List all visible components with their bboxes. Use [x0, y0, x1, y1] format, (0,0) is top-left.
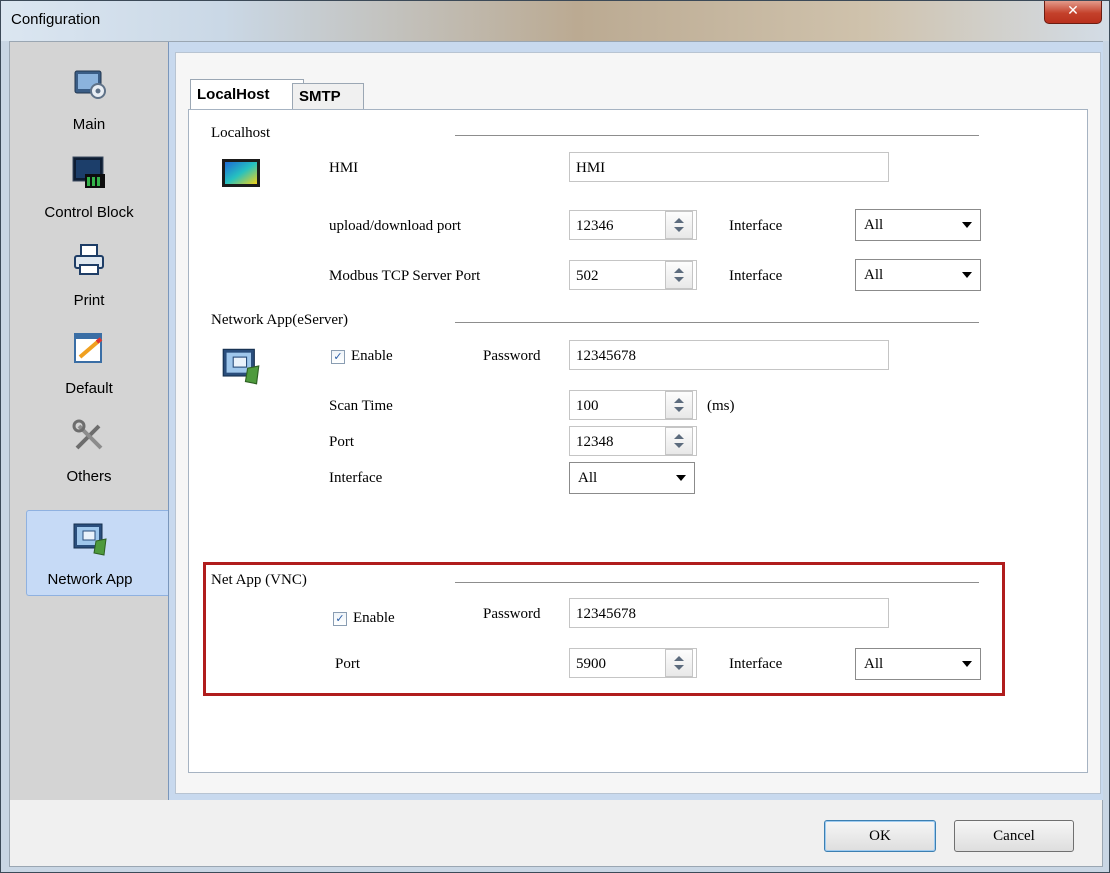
sidebar: Main Control Block Print Default Others … — [10, 42, 169, 800]
vnc-enable-checkbox[interactable]: ✓ — [333, 612, 347, 626]
upload-interface-label: Interface — [729, 218, 783, 234]
tools-icon — [72, 419, 103, 450]
hmi-name-input[interactable]: HMI — [569, 152, 889, 182]
spin-down-icon — [674, 665, 684, 670]
vnc-password-input[interactable]: 12345678 — [569, 598, 889, 628]
eserver-port-label: Port — [329, 434, 355, 450]
sidebar-item-label: Main — [72, 116, 106, 133]
select-value: All — [864, 267, 884, 283]
modbus-port-label: Modbus TCP Server Port — [329, 268, 481, 284]
main-monitor-icon — [74, 70, 106, 99]
content-area: LocalHost SMTP Localhost HMI HMI upload/… — [168, 42, 1103, 800]
eserver-section-title: Network App(eServer) — [211, 312, 349, 328]
localhost-section-title: Localhost — [211, 125, 271, 141]
cancel-button[interactable]: Cancel — [954, 820, 1074, 852]
dropdown-arrow-icon — [962, 661, 972, 667]
eserver-password-label: Password — [483, 348, 541, 364]
eserver-app-icon — [222, 348, 260, 385]
tab-localhost[interactable]: LocalHost — [190, 79, 304, 110]
scan-time-spinner[interactable] — [665, 391, 693, 419]
sidebar-item-label: Control Block — [44, 204, 134, 221]
eserver-password-input[interactable]: 12345678 — [569, 340, 889, 370]
configuration-window: Configuration ✕ Main Control Block Print… — [0, 0, 1110, 873]
spin-down-icon — [674, 227, 684, 232]
eserver-interface-select[interactable]: All — [569, 462, 695, 494]
window-title: Configuration — [11, 11, 101, 28]
control-block-icon — [72, 156, 105, 188]
sidebar-item-control-block[interactable]: Control Block — [26, 144, 168, 230]
sidebar-item-main[interactable]: Main — [26, 56, 168, 142]
close-icon: ✕ — [1067, 3, 1079, 19]
default-edit-icon — [74, 333, 103, 363]
dialog-client: Main Control Block Print Default Others … — [9, 41, 1103, 867]
scan-time-label: Scan Time — [329, 398, 393, 414]
select-value: All — [864, 656, 884, 672]
eserver-enable-label: Enable — [351, 348, 393, 364]
printer-icon — [74, 244, 104, 275]
spin-down-icon — [674, 407, 684, 412]
upload-port-spinner[interactable] — [665, 211, 693, 239]
localhost-tab-body: Localhost HMI HMI upload/download port 1… — [188, 109, 1088, 773]
vnc-enable-label: Enable — [353, 610, 395, 626]
sidebar-item-network-app[interactable]: Network App — [26, 510, 169, 596]
spin-up-icon — [674, 434, 684, 439]
sidebar-item-label: Default — [65, 380, 113, 397]
upload-download-port-label: upload/download port — [329, 218, 462, 234]
sidebar-item-label: Others — [66, 468, 112, 485]
select-value: All — [864, 217, 884, 233]
spin-up-icon — [674, 218, 684, 223]
select-value: All — [578, 470, 598, 486]
sidebar-item-label: Network App — [47, 571, 133, 588]
scan-time-unit: (ms) — [707, 398, 735, 414]
title-bar[interactable]: Configuration ✕ — [1, 1, 1109, 41]
hmi-screen-icon — [222, 159, 260, 187]
sidebar-item-others[interactable]: Others — [26, 408, 168, 494]
modbus-interface-label: Interface — [729, 268, 783, 284]
network-app-icon — [73, 523, 107, 556]
vnc-port-spinner[interactable] — [665, 649, 693, 677]
close-button[interactable]: ✕ — [1044, 1, 1102, 24]
sidebar-item-default[interactable]: Default — [26, 320, 168, 406]
vnc-section-title: Net App (VNC) — [211, 572, 307, 588]
hmi-label: HMI — [329, 160, 359, 176]
dropdown-arrow-icon — [962, 222, 972, 228]
vnc-interface-label: Interface — [729, 656, 783, 672]
section-divider — [455, 322, 979, 323]
section-divider — [455, 582, 979, 583]
vnc-interface-select[interactable]: All — [855, 648, 981, 680]
spin-up-icon — [674, 656, 684, 661]
eserver-port-spinner[interactable] — [665, 427, 693, 455]
sidebar-item-label: Print — [73, 292, 105, 309]
dropdown-arrow-icon — [676, 475, 686, 481]
vnc-port-label: Port — [335, 656, 361, 672]
vnc-password-label: Password — [483, 606, 541, 622]
tab-panel-frame: LocalHost SMTP Localhost HMI HMI upload/… — [175, 52, 1101, 794]
eserver-interface-label: Interface — [329, 470, 383, 486]
spin-up-icon — [674, 268, 684, 273]
modbus-port-spinner[interactable] — [665, 261, 693, 289]
sidebar-item-print[interactable]: Print — [26, 232, 168, 318]
tab-smtp[interactable]: SMTP — [292, 83, 364, 110]
dropdown-arrow-icon — [962, 272, 972, 278]
upload-interface-select[interactable]: All — [855, 209, 981, 241]
eserver-enable-checkbox[interactable]: ✓ — [331, 350, 345, 364]
ok-button[interactable]: OK — [824, 820, 936, 852]
modbus-interface-select[interactable]: All — [855, 259, 981, 291]
spin-down-icon — [674, 443, 684, 448]
spin-down-icon — [674, 277, 684, 282]
spin-up-icon — [674, 398, 684, 403]
section-divider — [455, 135, 979, 136]
